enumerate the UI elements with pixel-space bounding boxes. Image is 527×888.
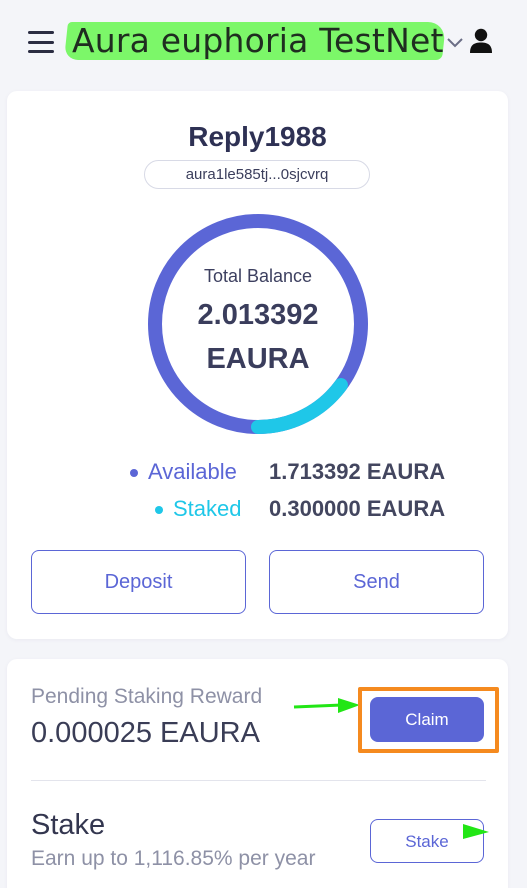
section-divider [31,780,486,781]
staked-label: Staked [173,496,242,521]
staked-row: Staked 0.300000 EAURA [7,494,508,524]
send-button[interactable]: Send [269,550,484,614]
user-icon[interactable] [469,28,493,54]
pending-reward-label: Pending Staking Reward [31,685,263,708]
total-balance-value: 2.013392 [197,299,319,331]
staked-value: 0.300000 EAURA [269,496,446,521]
available-row: Available 1.713392 EAURA [7,457,508,487]
donut-staked-segment [251,378,348,434]
stake-title: Stake [31,809,106,841]
annotation-arrow-icon [293,698,360,713]
available-label: Available [148,459,237,484]
available-dot-icon [130,469,138,477]
chevron-down-icon[interactable] [446,35,464,49]
stake-subtitle: Earn up to 1,116.85% per year [31,847,316,870]
wallet-balance-card: Reply1988 aura1le585tj...0sjcvrq Total B… [7,91,508,639]
pending-reward-value: 0.000025 EAURA [31,717,260,749]
claim-button[interactable]: Claim [370,697,484,742]
account-name: Reply1988 [188,121,327,152]
staked-dot-icon [155,506,163,514]
staking-card: Pending Staking Reward 0.000025 EAURA Cl… [7,659,508,888]
network-selector[interactable]: Aura euphoria TestNet [72,21,444,61]
wallet-address[interactable]: aura1le585tj...0sjcvrq [144,160,370,189]
total-balance-label: Total Balance [203,266,313,286]
available-value: 1.713392 EAURA [269,459,446,484]
annotation-arrow-icon [463,824,489,839]
deposit-button[interactable]: Deposit [31,550,246,614]
hamburger-menu-icon[interactable] [28,31,54,53]
app-header: Aura euphoria TestNet [0,0,527,84]
total-balance-unit: EAURA [206,343,310,375]
